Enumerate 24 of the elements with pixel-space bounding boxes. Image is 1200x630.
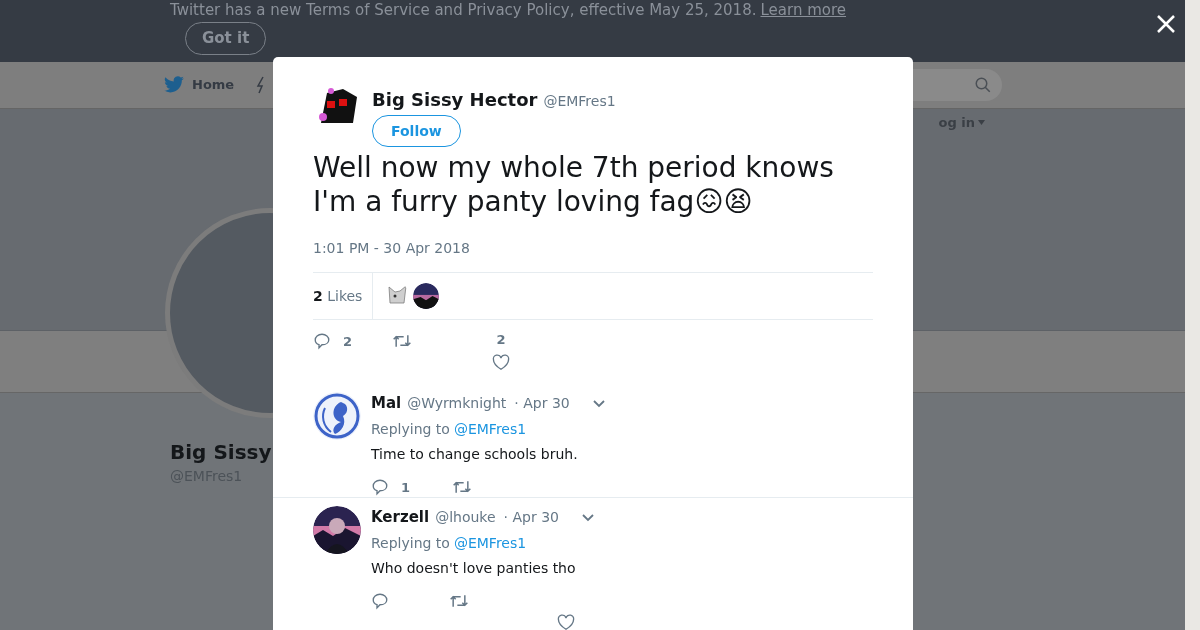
tweet-time: 1:01 PM - 30 Apr 2018: [313, 239, 471, 258]
reply-author-handle[interactable]: @Wyrmknight: [407, 393, 507, 414]
reply-date[interactable]: · Apr 30: [514, 393, 570, 414]
reply-count: 2: [343, 333, 353, 351]
reply-text: Time to change schools bruh.: [371, 444, 579, 464]
like-count: 2: [496, 332, 506, 348]
mention-link[interactable]: @EMFres1: [453, 418, 527, 440]
learn-more-link[interactable]: Learn more: [760, 1, 847, 19]
mention-link[interactable]: @EMFres1: [453, 532, 527, 554]
tweet-text: Well now my whole 7th period knows I'm a furry panty loving fag😖😫: [313, 151, 835, 219]
home-tab[interactable]: Home: [192, 75, 235, 95]
notice-text: Twitter has a new Terms of Service and Privacy Policy, effective May 25, 2018.: [170, 1, 757, 19]
author-name[interactable]: Big Sissy Hector: [372, 86, 538, 113]
reply-author-name[interactable]: Kerzell: [371, 506, 430, 529]
likes-count[interactable]: 2 Likes: [313, 273, 374, 319]
reply-date[interactable]: · Apr 30: [503, 507, 559, 528]
reply-author-handle[interactable]: @lhouke: [435, 507, 496, 528]
reply-text: Who doesn't love panties tho: [371, 558, 577, 578]
profile-name: Big Sissy: [170, 439, 272, 466]
reply-count: 1: [401, 478, 411, 497]
replying-to-label: Replying to: [371, 419, 450, 439]
reply-author-name[interactable]: Mal: [371, 392, 402, 415]
replying-to-label: Replying to: [371, 533, 450, 553]
author-handle[interactable]: @EMFres1: [543, 91, 616, 112]
